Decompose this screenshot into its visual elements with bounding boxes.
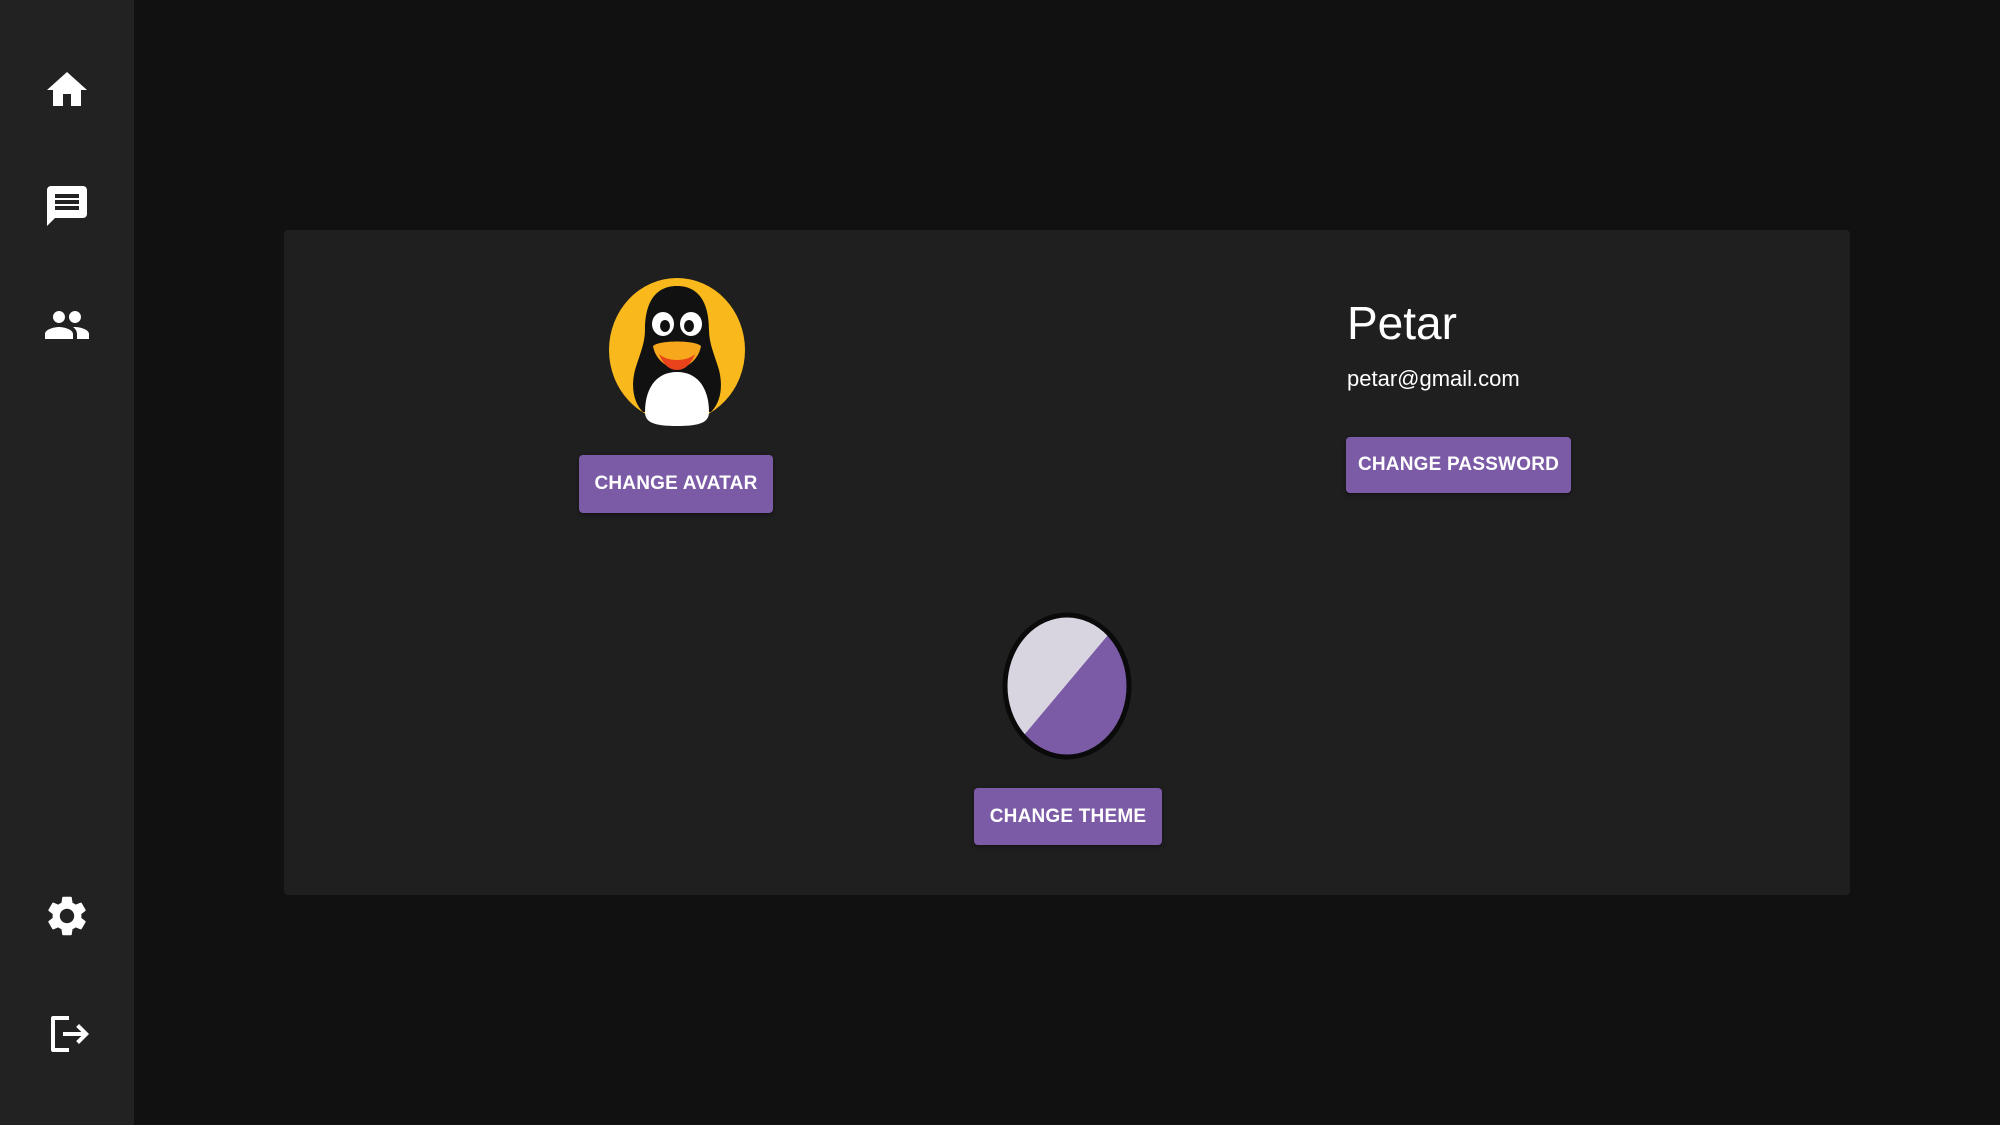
app-root: CHANGE AVATAR Petar petar@gmail.com CHAN… bbox=[0, 0, 2000, 1125]
change-password-button[interactable]: CHANGE PASSWORD bbox=[1346, 437, 1571, 493]
sidebar-item-logout[interactable] bbox=[27, 994, 107, 1074]
change-avatar-button[interactable]: CHANGE AVATAR bbox=[579, 455, 773, 513]
profile-username: Petar bbox=[1347, 297, 1457, 349]
sidebar-item-settings[interactable] bbox=[27, 876, 107, 956]
sidebar-item-chat[interactable] bbox=[27, 166, 107, 246]
gear-icon bbox=[48, 896, 86, 936]
sidebar bbox=[0, 0, 134, 1125]
profile-card: CHANGE AVATAR Petar petar@gmail.com CHAN… bbox=[284, 230, 1850, 895]
people-icon bbox=[45, 311, 89, 339]
home-icon bbox=[47, 72, 87, 106]
logout-icon bbox=[51, 1016, 89, 1052]
penguin-avatar bbox=[609, 278, 745, 426]
sidebar-item-home[interactable] bbox=[27, 50, 107, 130]
change-theme-button[interactable]: CHANGE THEME bbox=[974, 788, 1162, 845]
profile-email: petar@gmail.com bbox=[1347, 366, 1520, 391]
sidebar-item-friends[interactable] bbox=[27, 285, 107, 365]
chat-icon bbox=[47, 186, 87, 226]
theme-swatch[interactable] bbox=[1002, 612, 1132, 760]
